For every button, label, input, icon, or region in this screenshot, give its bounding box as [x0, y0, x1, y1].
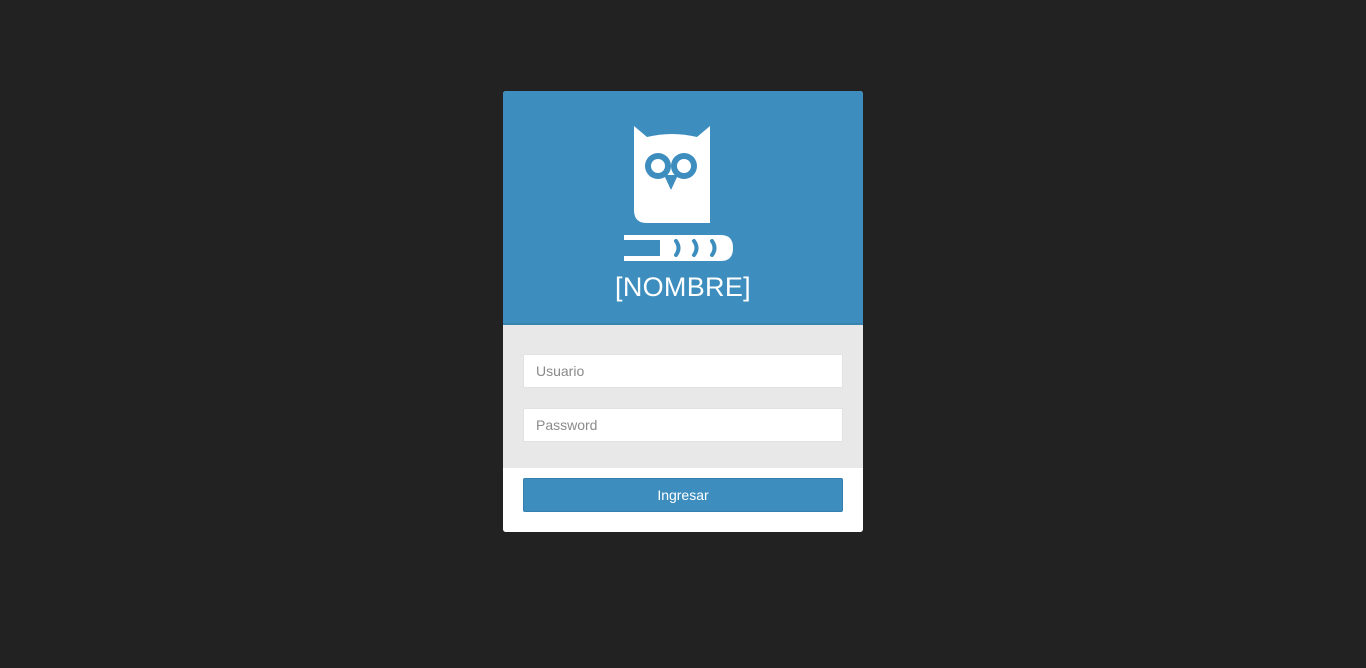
username-input[interactable]	[523, 354, 843, 388]
login-form	[503, 325, 863, 468]
login-footer: Ingresar	[503, 468, 863, 532]
app-name: [NOMBRE]	[615, 272, 751, 302]
login-header: [NOMBRE]	[503, 91, 863, 325]
login-button[interactable]: Ingresar	[523, 478, 843, 512]
password-input[interactable]	[523, 408, 843, 442]
owl-on-book-icon	[623, 124, 735, 262]
login-panel: [NOMBRE] Ingresar	[503, 91, 863, 532]
